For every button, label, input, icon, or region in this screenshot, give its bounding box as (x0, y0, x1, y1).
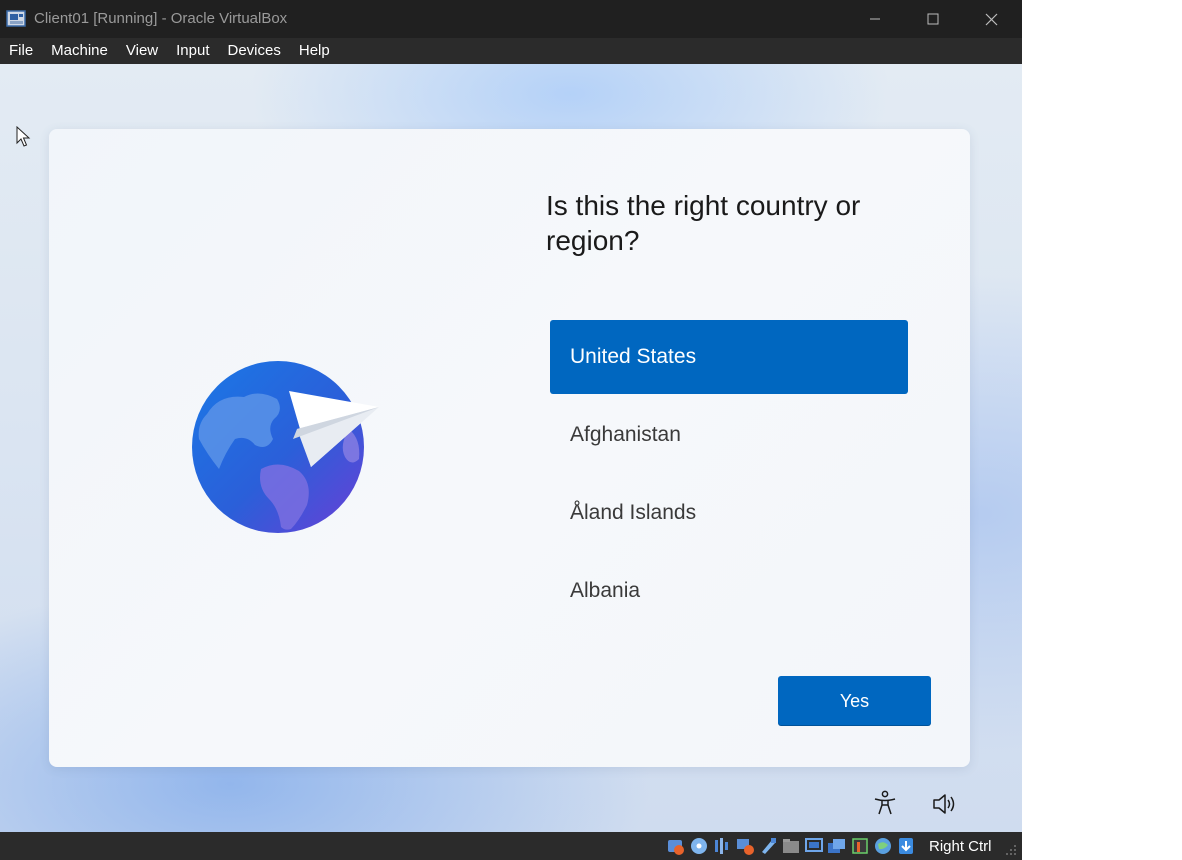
recording-icon[interactable] (827, 836, 847, 856)
accessibility-icon[interactable] (872, 790, 898, 816)
mouse-pointer-icon (16, 126, 31, 147)
maximize-button[interactable] (904, 0, 962, 38)
list-item-united-states[interactable]: United States (550, 320, 908, 394)
yes-button[interactable]: Yes (778, 676, 931, 726)
host-key-label: Right Ctrl (929, 838, 992, 855)
menu-help[interactable]: Help (290, 38, 339, 64)
virtualbox-icon (6, 8, 28, 30)
oobe-card: Is this the right country or region? Uni… (49, 129, 970, 767)
optical-drive-icon[interactable] (689, 836, 709, 856)
list-item-albania[interactable]: Albania (550, 554, 908, 628)
page-title: Is this the right country or region? (546, 190, 861, 256)
volume-icon[interactable] (931, 791, 959, 817)
country-list[interactable]: United States Afghanistan Åland Islands … (550, 320, 908, 632)
close-icon (985, 13, 997, 25)
minimize-button[interactable] (846, 0, 904, 38)
guest-additions-icon[interactable] (873, 836, 893, 856)
device-status-icons (666, 836, 916, 856)
status-bar: Right Ctrl (0, 832, 1022, 860)
menu-input[interactable]: Input (167, 38, 218, 64)
maximize-icon (927, 13, 939, 25)
mouse-integration-icon[interactable] (896, 836, 916, 856)
globe-paper-plane-icon (192, 361, 379, 533)
usb-icon[interactable] (758, 836, 778, 856)
close-button[interactable] (962, 0, 1020, 38)
network-icon[interactable] (735, 836, 755, 856)
virtualbox-window: Client01 [Running] - Oracle VirtualBox F… (0, 0, 1022, 860)
title-bar[interactable]: Client01 [Running] - Oracle VirtualBox (0, 0, 1022, 38)
cpu-icon[interactable] (850, 836, 870, 856)
menu-bar: File Machine View Input Devices Help (0, 38, 1022, 64)
vm-display[interactable]: Is this the right country or region? Uni… (0, 64, 1022, 832)
menu-view[interactable]: View (117, 38, 167, 64)
shared-folders-icon[interactable] (781, 836, 801, 856)
resize-grip-icon[interactable] (1005, 844, 1017, 856)
hard-disk-icon[interactable] (666, 836, 686, 856)
list-item-aland-islands[interactable]: Åland Islands (550, 476, 908, 550)
menu-devices[interactable]: Devices (219, 38, 290, 64)
list-item-afghanistan[interactable]: Afghanistan (550, 398, 908, 472)
menu-file[interactable]: File (0, 38, 42, 64)
minimize-icon (870, 18, 880, 20)
menu-machine[interactable]: Machine (42, 38, 117, 64)
display-icon[interactable] (804, 836, 824, 856)
window-title: Client01 [Running] - Oracle VirtualBox (34, 10, 288, 27)
audio-icon[interactable] (712, 836, 732, 856)
